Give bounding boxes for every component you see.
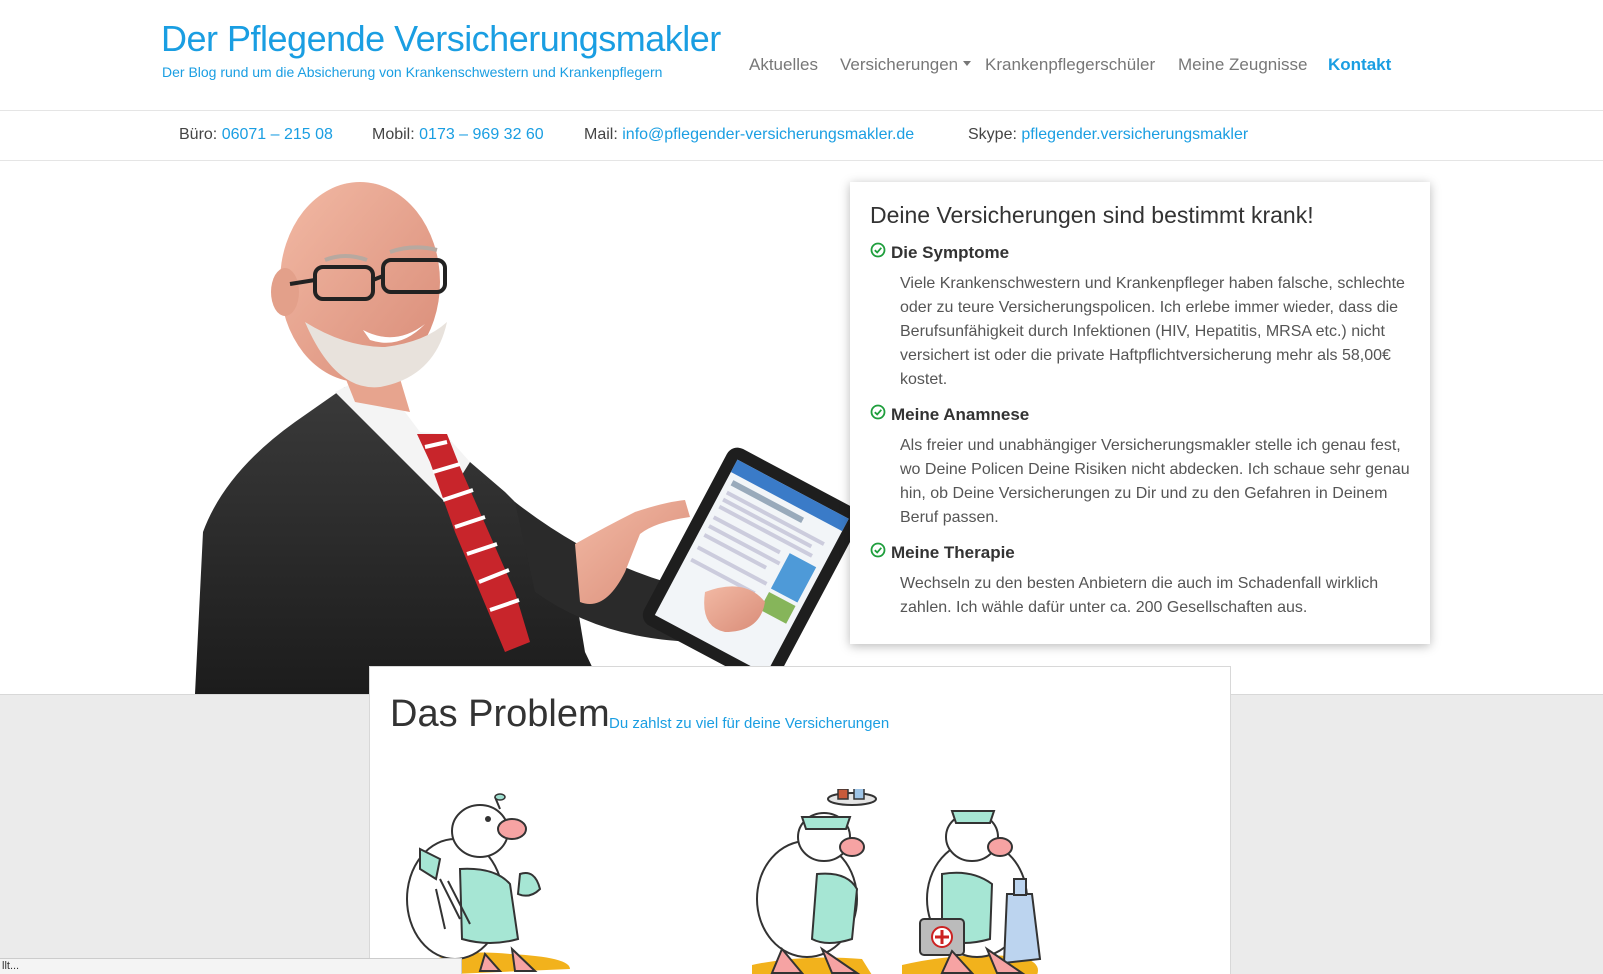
problem-title: Das Problem bbox=[390, 693, 610, 735]
check-circle-icon bbox=[870, 404, 886, 425]
problem-panel: Das Problem Du zahlst zu viel für deine … bbox=[369, 666, 1231, 974]
info-item-heading-text: Meine Anamnese bbox=[891, 405, 1030, 424]
contact-buero-link[interactable]: 06071 – 215 08 bbox=[222, 126, 333, 143]
info-item-text: Als freier und unabhängiger Versicherung… bbox=[900, 437, 1410, 526]
nav-item-meine-zeugnisse[interactable]: Meine Zeugnisse bbox=[1178, 55, 1307, 75]
info-card: Deine Versicherungen sind bestimmt krank… bbox=[850, 182, 1430, 644]
info-item-heading: Die Symptome bbox=[870, 242, 1010, 264]
contact-mail: Mail: info@pflegender-versicherungsmakle… bbox=[584, 126, 914, 144]
contact-mail-link[interactable]: info@pflegender-versicherungsmakler.de bbox=[622, 126, 914, 143]
contact-buero-label: Büro: bbox=[179, 126, 218, 143]
problem-subtitle-link[interactable]: Du zahlst zu viel für deine Versicherung… bbox=[609, 715, 889, 732]
info-card-title: Deine Versicherungen sind bestimmt krank… bbox=[870, 202, 1314, 228]
site-header: Der Pflegende Versicherungsmakler Der Bl… bbox=[0, 0, 1603, 111]
info-item-heading: Meine Therapie bbox=[870, 542, 1015, 564]
site-title[interactable]: Der Pflegende Versicherungsmakler bbox=[161, 18, 721, 60]
info-item-heading-text: Meine Therapie bbox=[891, 543, 1015, 562]
two-nurse-sheep-illustration bbox=[742, 786, 1052, 974]
nav-item-label: Versicherungen bbox=[840, 55, 959, 74]
contact-skype: Skype: pflegender.versicherungsmakler bbox=[968, 126, 1248, 144]
nav-item-aktuelles[interactable]: Aktuelles bbox=[749, 55, 818, 75]
contact-buero: Büro: 06071 – 215 08 bbox=[179, 126, 333, 144]
contact-bar: Büro: 06071 – 215 08 Mobil: 0173 – 969 3… bbox=[0, 111, 1603, 161]
caret-down-icon bbox=[963, 61, 972, 67]
info-item-heading-text: Die Symptome bbox=[891, 243, 1010, 262]
contact-mobil-link[interactable]: 0173 – 969 32 60 bbox=[419, 126, 544, 143]
contact-mobil: Mobil: 0173 – 969 32 60 bbox=[372, 126, 544, 144]
hero-image bbox=[185, 172, 861, 694]
check-circle-icon bbox=[870, 242, 886, 263]
nav-item-krankenpflegerschueler[interactable]: Krankenpflegerschüler bbox=[985, 55, 1155, 75]
info-item-text: Viele Krankenschwestern und Krankenpfleg… bbox=[900, 275, 1405, 388]
info-item-text: Wechseln zu den besten Anbietern die auc… bbox=[900, 575, 1379, 616]
contact-mail-label: Mail: bbox=[584, 126, 618, 143]
info-item-heading: Meine Anamnese bbox=[870, 404, 1030, 426]
contact-skype-label: Skype: bbox=[968, 126, 1017, 143]
check-circle-icon bbox=[870, 542, 886, 563]
nav-item-versicherungen[interactable]: Versicherungen bbox=[840, 55, 972, 75]
contact-mobil-label: Mobil: bbox=[372, 126, 415, 143]
nurse-sheep-illustration bbox=[400, 789, 580, 974]
contact-skype-link[interactable]: pflegender.versicherungsmakler bbox=[1021, 126, 1248, 143]
main-nav: Aktuelles Versicherungen Krankenpflegers… bbox=[0, 55, 1603, 77]
nav-item-kontakt[interactable]: Kontakt bbox=[1328, 55, 1391, 75]
browser-status-bar: llt... bbox=[0, 958, 462, 974]
